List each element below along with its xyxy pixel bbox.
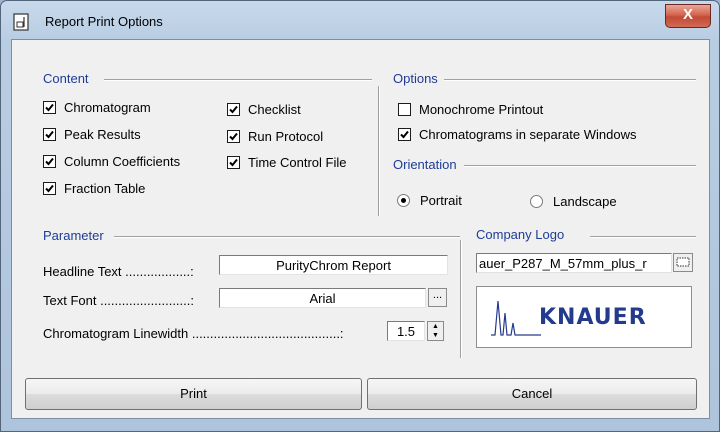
chromatogram-peaks-icon: [491, 300, 541, 336]
checkbox-box[interactable]: [43, 155, 56, 168]
headline-text-label: Headline Text ..................:: [43, 264, 194, 279]
checkbox-monochrome-printout[interactable]: Monochrome Printout: [398, 102, 543, 117]
content-options-separator: [378, 86, 380, 216]
folder-icon: [676, 257, 690, 267]
title-bar[interactable]: Report Print Options X: [1, 1, 719, 37]
content-section-title: Content: [43, 71, 92, 86]
parameter-logo-separator: [460, 240, 462, 358]
radio-circle[interactable]: [530, 195, 543, 208]
logo-file-input[interactable]: [476, 253, 672, 273]
checkbox-label: Run Protocol: [248, 129, 324, 144]
checkbox-label: Chromatogram: [64, 100, 151, 115]
checkbox-box[interactable]: [227, 103, 240, 116]
dialog-body: Content Chromatogram Peak Results Column…: [11, 39, 710, 419]
options-divider: [444, 79, 696, 81]
knauer-logo-text: KNAUER: [539, 305, 647, 330]
text-font-label: Text Font .........................:: [43, 293, 194, 308]
radio-portrait[interactable]: Portrait: [397, 193, 462, 208]
checkbox-checklist[interactable]: Checklist: [227, 102, 301, 117]
report-document-icon: [13, 13, 29, 31]
radio-landscape[interactable]: Landscape: [530, 194, 617, 209]
checkbox-label: Fraction Table: [64, 181, 146, 196]
checkbox-time-control-file[interactable]: Time Control File: [227, 155, 346, 170]
checkbox-box[interactable]: [398, 128, 411, 141]
text-font-input[interactable]: [219, 288, 426, 308]
radio-label: Landscape: [553, 194, 617, 209]
linewidth-input[interactable]: [387, 321, 425, 341]
linewidth-spinner[interactable]: ▲ ▼: [427, 321, 444, 341]
orientation-divider: [464, 165, 696, 167]
checkbox-box[interactable]: [398, 103, 411, 116]
checkbox-chromatogram[interactable]: Chromatogram: [43, 100, 151, 115]
spin-up-icon[interactable]: ▲: [428, 322, 443, 331]
cancel-button[interactable]: Cancel: [367, 378, 697, 410]
checkbox-run-protocol[interactable]: Run Protocol: [227, 129, 323, 144]
checkbox-label: Column Coefficients: [64, 154, 181, 169]
logo-browse-button[interactable]: [673, 253, 693, 272]
checkbox-fraction-table[interactable]: Fraction Table: [43, 181, 145, 196]
checkbox-column-coefficients[interactable]: Column Coefficients: [43, 154, 180, 169]
radio-label: Portrait: [420, 193, 462, 208]
company-logo-section-title: Company Logo: [476, 227, 568, 242]
checkbox-label: Chromatograms in separate Windows: [419, 127, 637, 142]
checkbox-box[interactable]: [227, 130, 240, 143]
checkbox-box[interactable]: [227, 156, 240, 169]
headline-text-input[interactable]: [219, 255, 448, 275]
checkbox-label: Monochrome Printout: [419, 102, 544, 117]
checkbox-box[interactable]: [43, 101, 56, 114]
checkbox-label: Time Control File: [248, 155, 347, 170]
print-button[interactable]: Print: [25, 378, 362, 410]
checkbox-box[interactable]: [43, 182, 56, 195]
company-logo-divider: [590, 236, 696, 238]
company-logo-preview: KNAUER: [476, 286, 692, 348]
checkbox-label: Checklist: [248, 102, 301, 117]
content-divider: [104, 79, 372, 81]
close-button[interactable]: X: [665, 4, 711, 28]
checkbox-label: Peak Results: [64, 127, 141, 142]
dialog-window: Report Print Options X Content Chromatog…: [0, 0, 720, 432]
parameter-divider: [114, 236, 460, 238]
options-section-title: Options: [393, 71, 441, 86]
checkbox-box[interactable]: [43, 128, 56, 141]
chromatogram-linewidth-label: Chromatogram Linewidth .................…: [43, 326, 344, 341]
checkbox-peak-results[interactable]: Peak Results: [43, 127, 141, 142]
checkbox-separate-windows[interactable]: Chromatograms in separate Windows: [398, 127, 636, 142]
window-title: Report Print Options: [45, 14, 163, 29]
parameter-section-title: Parameter: [43, 228, 107, 243]
radio-circle[interactable]: [397, 194, 410, 207]
orientation-section-title: Orientation: [393, 157, 460, 172]
spin-down-icon[interactable]: ▼: [428, 331, 443, 340]
font-browse-button[interactable]: ...: [428, 288, 447, 307]
